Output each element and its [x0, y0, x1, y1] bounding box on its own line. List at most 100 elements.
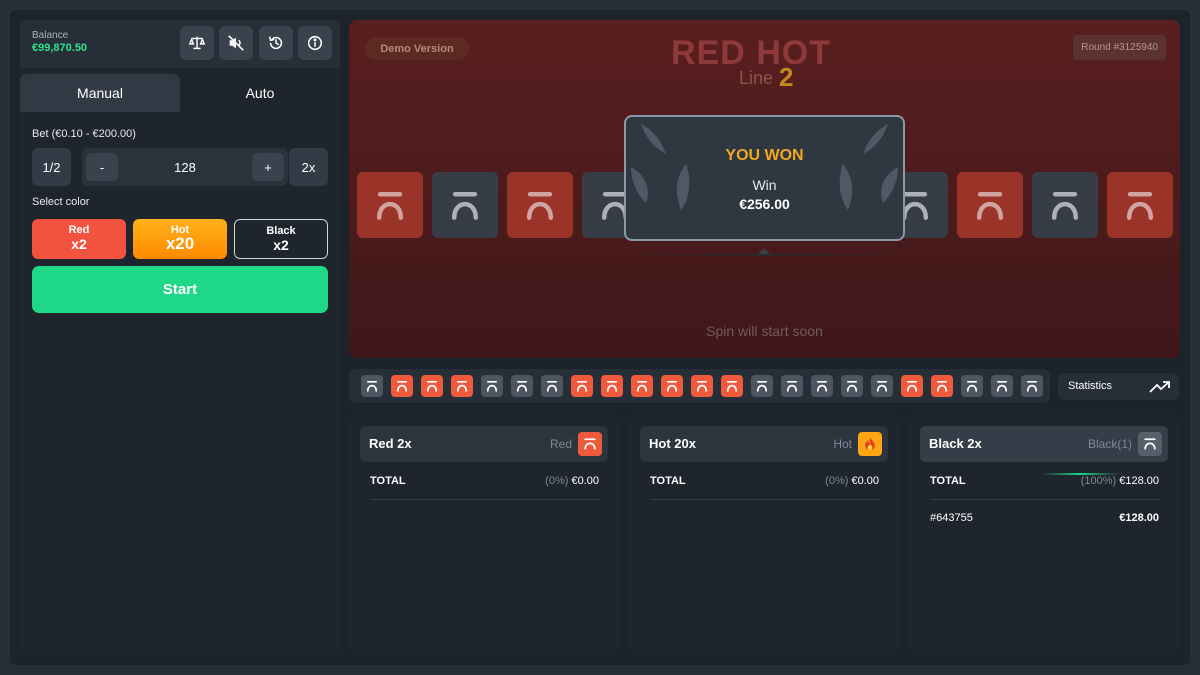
- divider: [370, 499, 600, 500]
- bet-amount-field[interactable]: - 128 +: [82, 148, 288, 186]
- history-button[interactable]: [259, 26, 293, 60]
- total-percent: (0%): [545, 475, 569, 487]
- column-header: Hot 20x Hot: [640, 426, 888, 462]
- history-result-black: [361, 375, 383, 397]
- history-result-red: [661, 375, 683, 397]
- column-header: Black 2x Black(1): [920, 426, 1168, 475]
- horseshoe-icon: [976, 191, 1004, 220]
- reel-pointer-icon: [758, 248, 770, 254]
- horseshoe-icon: [426, 380, 438, 392]
- demo-badge: Demo Version: [365, 37, 469, 60]
- column-title: Red 2x: [369, 436, 412, 451]
- results-history: [349, 369, 1050, 403]
- horseshoe-icon: [366, 380, 378, 392]
- history-result-red: [721, 375, 743, 397]
- history-result-red: [901, 375, 923, 397]
- total-value: (100%) €128.00: [1081, 475, 1159, 487]
- color-hot-button[interactable]: Hot x20: [133, 219, 227, 259]
- horseshoe-icon: [966, 380, 978, 392]
- decrease-bet-button[interactable]: -: [86, 153, 118, 181]
- horseshoe-icon: [786, 380, 798, 392]
- info-icon: [307, 35, 323, 51]
- horseshoe-icon: [846, 380, 858, 392]
- horseshoe-icon: [451, 191, 479, 220]
- statistics-button[interactable]: Statistics: [1058, 373, 1179, 400]
- history-result-black: [811, 375, 833, 397]
- half-bet-button[interactable]: 1/2: [32, 148, 71, 186]
- divider: [650, 499, 880, 500]
- history-result-black: [871, 375, 893, 397]
- history-result-red: [421, 375, 443, 397]
- logo-line: Line: [739, 68, 774, 88]
- increase-bet-button[interactable]: +: [252, 153, 284, 181]
- reel-tile-red: [357, 172, 423, 238]
- mute-icon: [228, 35, 244, 51]
- reel-indicator-line: [619, 254, 909, 256]
- history-result-black: [841, 375, 863, 397]
- horseshoe-icon: [816, 380, 828, 392]
- color-black-name: Black: [266, 225, 296, 237]
- history-result-red: [601, 375, 623, 397]
- history-result-black: [991, 375, 1013, 397]
- total-label: TOTAL: [930, 475, 966, 487]
- game-logo: RED HOT Line 2: [671, 34, 861, 96]
- color-black-button[interactable]: Black x2: [234, 219, 328, 259]
- double-bet-button[interactable]: 2x: [289, 148, 328, 186]
- total-percent: (100%): [1080, 475, 1117, 487]
- total-value: (0%) €0.00: [545, 475, 599, 487]
- column-title: Hot 20x: [649, 436, 696, 451]
- game-area: Demo Version Round #3125940 RED HOT Line…: [349, 20, 1180, 358]
- reel-tile-black: [432, 172, 498, 238]
- history-result-red: [931, 375, 953, 397]
- total-value: (0%) €0.00: [825, 475, 879, 487]
- horseshoe-icon: [1026, 380, 1038, 392]
- flame-chip-icon: [858, 432, 882, 456]
- horseshoe-icon: [396, 380, 408, 392]
- balance-label: Balance: [32, 30, 69, 41]
- horseshoe-icon: [696, 380, 708, 392]
- total-amount: €0.00: [571, 475, 599, 487]
- logo-number: 2: [779, 62, 794, 92]
- round-number: Round #3125940: [1073, 35, 1166, 60]
- color-red-multiplier: x2: [71, 236, 87, 252]
- column-subtitle: Red: [549, 437, 572, 451]
- history-result-black: [541, 375, 563, 397]
- horseshoe-icon: [936, 380, 948, 392]
- horseshoe-icon: [876, 380, 888, 392]
- reel-tile-red: [957, 172, 1023, 238]
- horseshoe-icon: [606, 380, 618, 392]
- bet-amount-value[interactable]: 128: [122, 148, 248, 186]
- horseshoe-icon: [456, 380, 468, 392]
- history-result-black: [751, 375, 773, 397]
- tab-manual[interactable]: Manual: [20, 74, 180, 112]
- start-button[interactable]: Start: [32, 266, 328, 313]
- history-result-black: [1021, 375, 1043, 397]
- history-result-black: [781, 375, 803, 397]
- total-label: TOTAL: [650, 475, 686, 487]
- info-button[interactable]: [298, 26, 332, 60]
- bets-column-black: Black 2x Black(1) TOTAL (100%) €128.00 #…: [909, 413, 1179, 654]
- color-red-button[interactable]: Red x2: [32, 219, 126, 259]
- balance-value: €99,870.50: [32, 42, 88, 54]
- column-subtitle: Hot: [833, 437, 852, 451]
- total-percent: (0%): [825, 475, 849, 487]
- tab-auto[interactable]: Auto: [180, 74, 340, 112]
- horseshoe-icon: [726, 380, 738, 392]
- fairness-button[interactable]: [180, 26, 214, 60]
- reel-tile-black: [1032, 172, 1098, 238]
- sound-button[interactable]: [219, 26, 253, 60]
- color-hot-multiplier: x20: [165, 234, 195, 253]
- bets-column-red: Red 2x Red TOTAL (0%) €0.00: [349, 413, 619, 654]
- total-label: TOTAL: [370, 475, 406, 487]
- player-bet-id: #643755: [930, 512, 973, 524]
- horseshoe-icon: [516, 380, 528, 392]
- bets-column-hot: Hot 20x Hot TOTAL (0%) €0.00: [629, 413, 899, 654]
- balance-bar: Balance €99,870.50: [20, 20, 340, 68]
- history-result-black: [961, 375, 983, 397]
- win-amount: €256.00: [739, 196, 790, 212]
- statistics-label: Statistics: [1068, 380, 1113, 392]
- history-result-red: [391, 375, 413, 397]
- column-subtitle: Black(1): [1087, 437, 1132, 451]
- divider: [930, 499, 1160, 500]
- horseshoe-icon: [376, 191, 404, 220]
